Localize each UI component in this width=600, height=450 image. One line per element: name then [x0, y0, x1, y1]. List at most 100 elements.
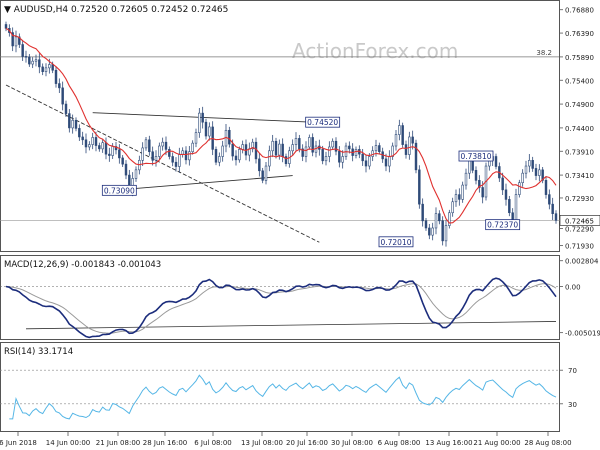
candle-body	[111, 146, 114, 156]
candle-body	[228, 129, 231, 145]
candle-body	[14, 36, 18, 47]
candle-body	[44, 67, 48, 72]
rsi-axis: 70 30	[559, 367, 577, 409]
candle-body	[371, 150, 374, 157]
candle-body	[164, 141, 168, 150]
candle-body	[58, 83, 61, 89]
candle-body	[401, 125, 404, 145]
macd-axis-label: -0.005019	[565, 330, 600, 338]
candle-body	[481, 187, 484, 198]
time-axis-label: 13 Jul 08:00	[241, 439, 283, 447]
candle-body	[71, 119, 74, 129]
candle-body	[214, 149, 218, 163]
price-axis-label: 0.72930	[565, 195, 594, 203]
candle-body	[4, 24, 8, 29]
level-annotation-label: 0.72370	[487, 221, 518, 230]
candle-body	[338, 150, 341, 163]
macd-axis-label: 0.00	[565, 284, 581, 292]
level-annotation-label: 0.73090	[104, 186, 135, 195]
candle-body	[31, 60, 34, 65]
candle-body	[91, 137, 94, 145]
macd-axis: 0.002804 0.00 -0.005019	[559, 258, 600, 338]
price-axis-label: 0.74400	[565, 125, 594, 133]
candle-body	[268, 150, 271, 167]
candle-body	[28, 56, 31, 65]
level-annotation-label: 0.72010	[380, 238, 411, 247]
level-annotation-label: 0.73810	[460, 152, 491, 161]
candle-body	[471, 160, 474, 171]
candle-body	[88, 144, 91, 148]
rsi-panel-frame	[0, 342, 560, 432]
candle-body	[321, 149, 324, 162]
candle-body	[198, 112, 201, 133]
chart-header: ▼ AUDUSD,H4 0.72520 0.72605 0.72452 0.72…	[4, 5, 228, 15]
candle-body	[424, 220, 428, 229]
candle-body	[101, 142, 104, 150]
candle-body	[551, 203, 554, 214]
candle-body	[324, 156, 328, 162]
candle-body	[78, 128, 81, 138]
chart-canvas: ActionForex.com ▼ AUDUSD,H4 0.72520 0.72…	[0, 0, 600, 447]
candle-body	[148, 139, 151, 153]
candle-body	[554, 213, 558, 221]
candle-body	[231, 143, 234, 157]
candle-body	[174, 161, 178, 167]
candle-body	[298, 138, 301, 150]
candle-body	[331, 140, 334, 148]
candle-body	[168, 149, 171, 157]
candle-body	[124, 163, 128, 176]
candle-body	[354, 149, 358, 156]
candle-body	[64, 103, 68, 114]
candle-body	[258, 158, 261, 172]
candle-body	[411, 136, 414, 144]
candle-body	[441, 220, 444, 242]
candle-body	[118, 149, 121, 159]
candle-body	[61, 87, 64, 105]
level-annotation-label: 0.74520	[307, 118, 338, 127]
candle-body	[524, 165, 528, 174]
candle-body	[534, 168, 538, 176]
time-axis-label: 6 Aug 08:00	[378, 439, 421, 447]
candle-body	[158, 145, 161, 157]
candle-body	[508, 199, 511, 214]
candle-body	[388, 156, 391, 167]
candle-body	[538, 169, 541, 176]
candle-body	[54, 69, 58, 84]
candle-body	[261, 170, 264, 181]
candle-body	[108, 153, 111, 156]
macd-title: MACD(12,26,9) -0.001843 -0.001043	[4, 260, 161, 270]
candle-body	[134, 169, 138, 179]
candle-body	[38, 59, 41, 68]
candle-body	[304, 146, 308, 157]
price-axis-label: 0.75890	[565, 54, 594, 62]
candle-body	[428, 227, 431, 236]
candle-body	[204, 121, 208, 137]
candle-body	[328, 146, 331, 157]
candle-body	[501, 177, 504, 191]
candle-body	[178, 153, 181, 167]
candle-body	[171, 156, 174, 163]
candle-body	[291, 144, 294, 152]
candle-body	[294, 138, 298, 145]
price-axis-label: 0.74900	[565, 101, 594, 109]
candle-body	[348, 145, 351, 150]
time-axis-label: 6 Jul 08:00	[194, 439, 232, 447]
fib-level-label: 38.2	[536, 49, 552, 57]
candle-body	[41, 66, 44, 72]
candle-body	[374, 145, 378, 152]
candle-body	[398, 125, 401, 135]
candle-body	[368, 156, 371, 167]
candle-body	[444, 225, 448, 242]
candle-body	[514, 194, 518, 224]
candle-body	[454, 194, 458, 203]
rsi-axis-label: 30	[568, 401, 577, 409]
candle-body	[241, 144, 244, 150]
candle-body	[238, 149, 241, 161]
candle-body	[518, 182, 521, 195]
candle-body	[98, 145, 101, 150]
candle-body	[421, 203, 424, 222]
candle-body	[278, 143, 281, 156]
candle-body	[468, 160, 471, 174]
candle-body	[281, 143, 284, 157]
time-axis-label: 6 Jun 2018	[0, 439, 37, 447]
